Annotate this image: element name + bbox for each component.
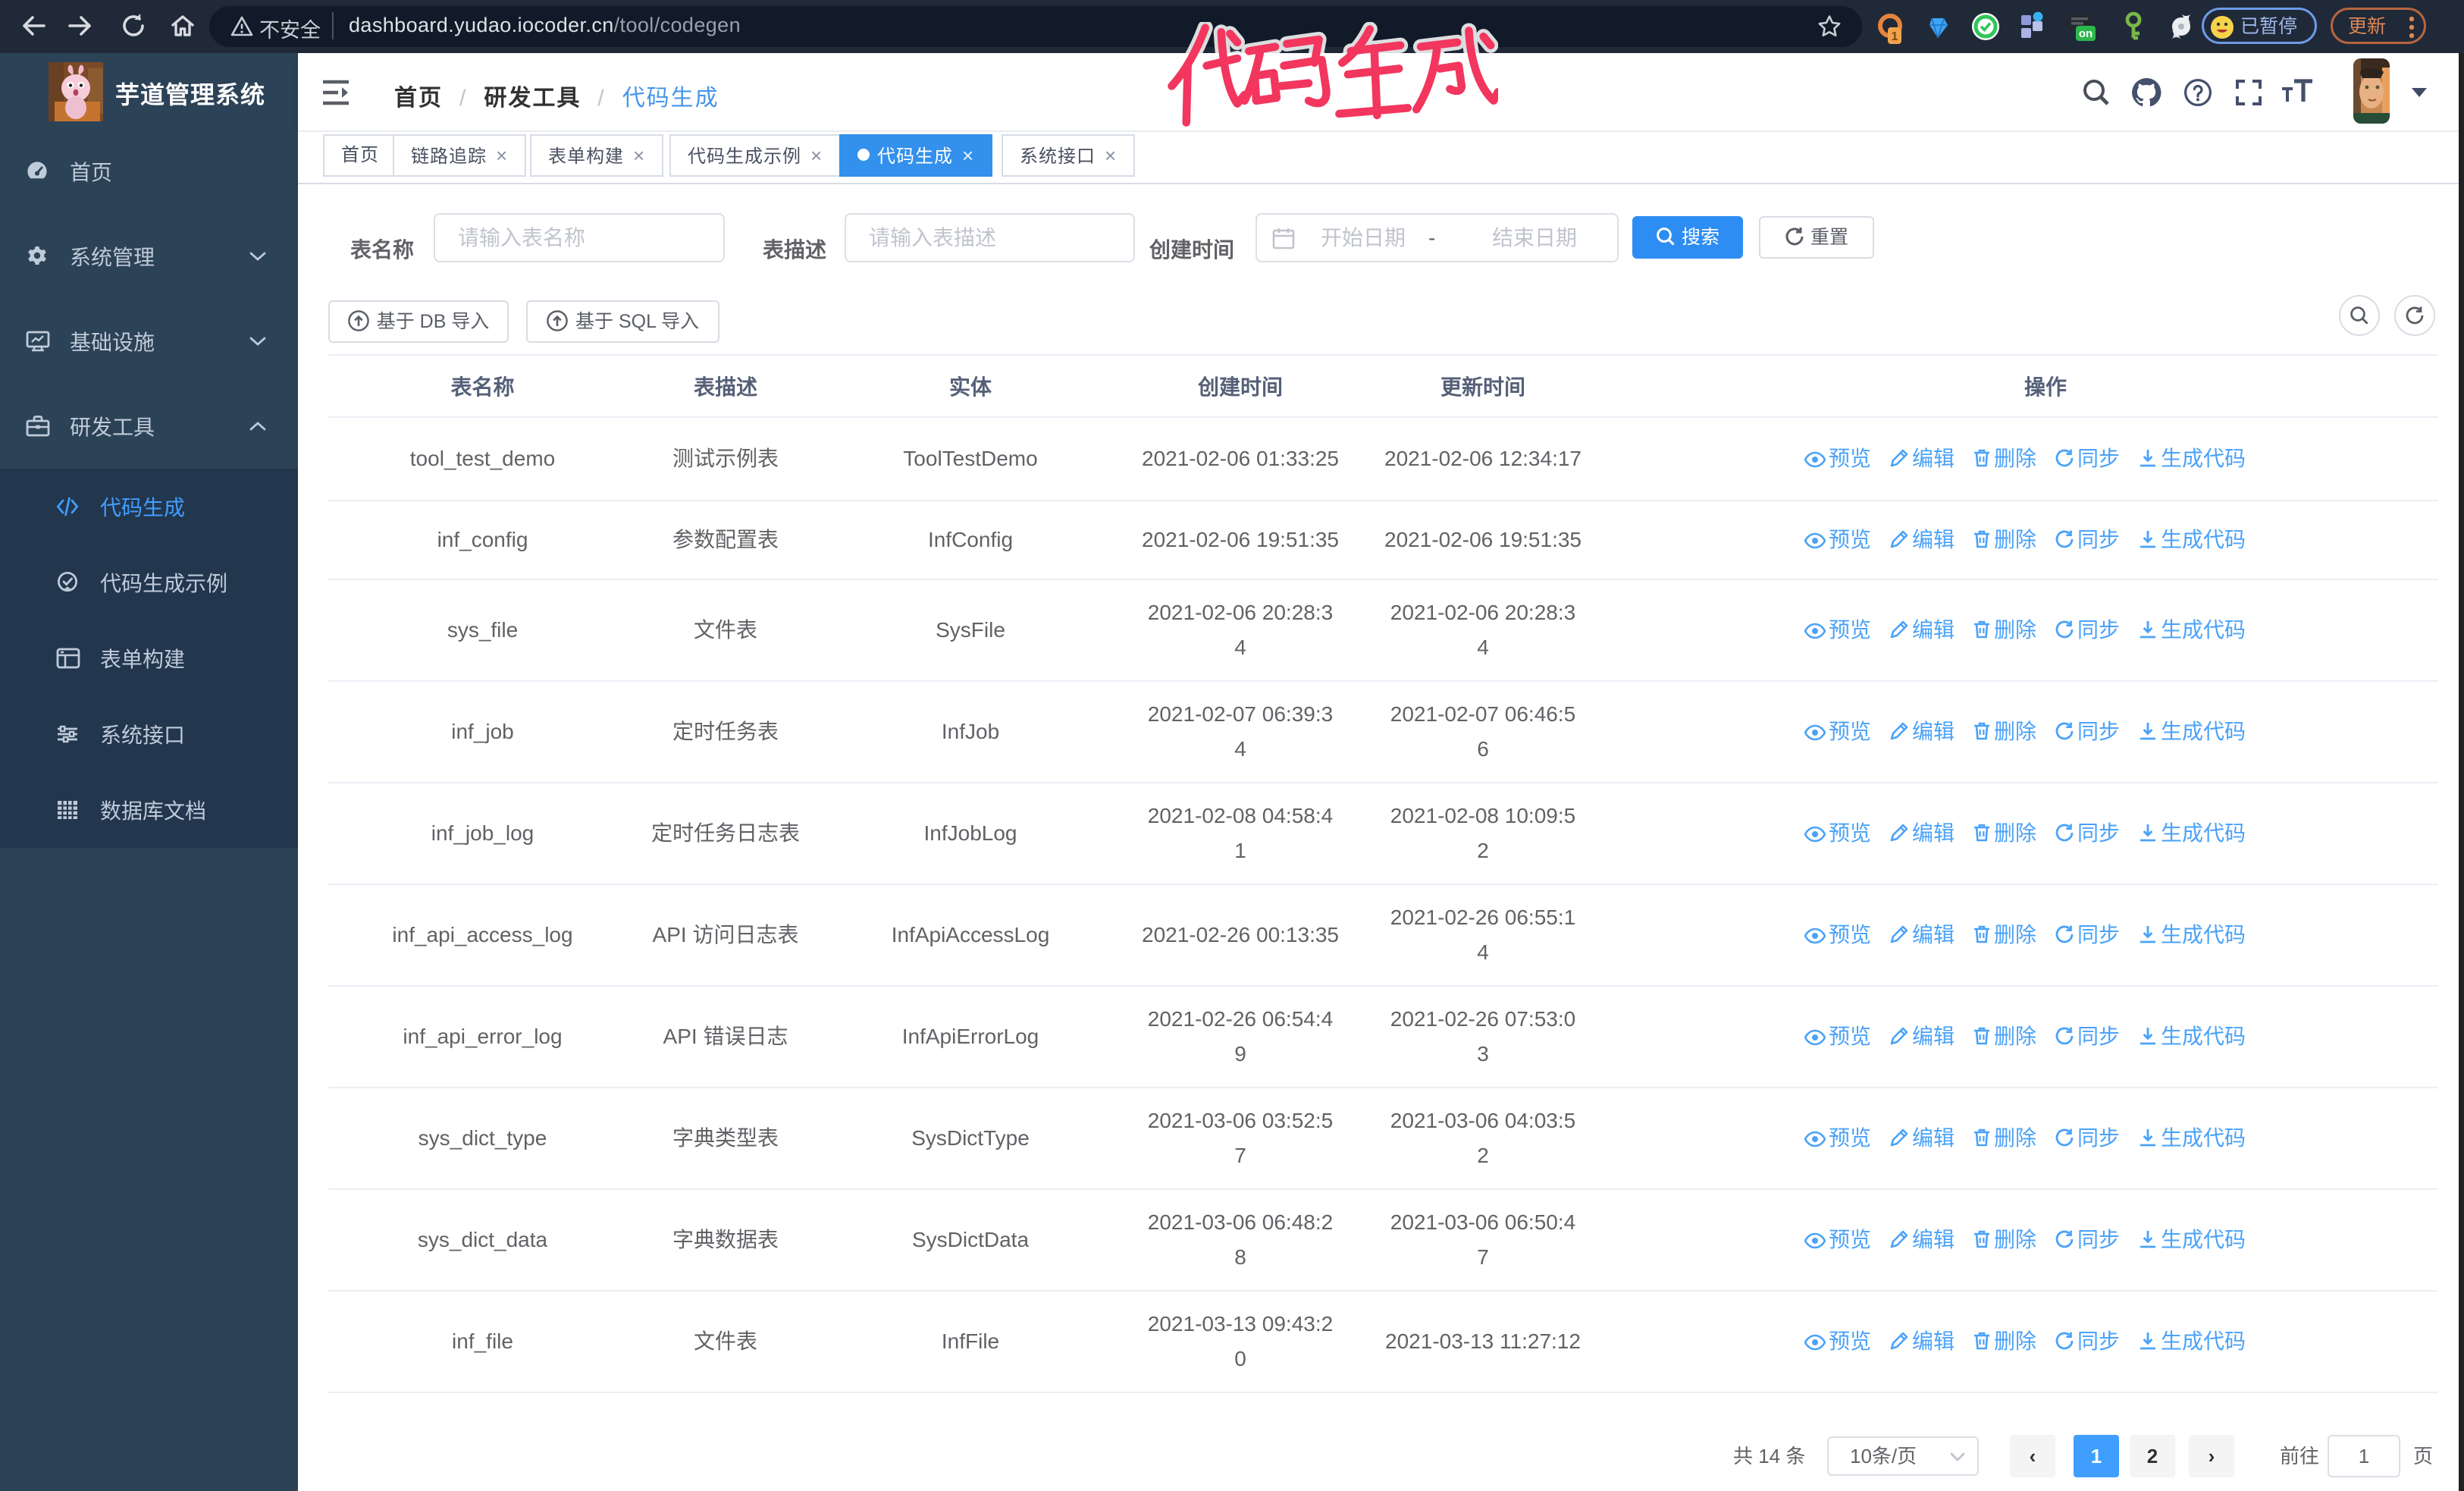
svg-text:1: 1 [1892, 30, 1898, 43]
svg-text:on: on [2079, 27, 2093, 40]
